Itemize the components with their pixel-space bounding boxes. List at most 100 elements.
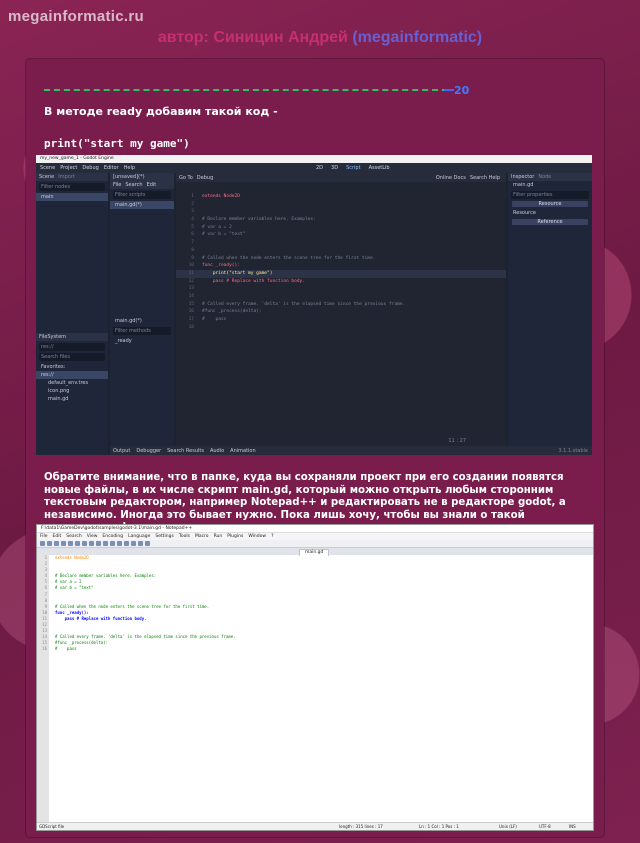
- fs-main-gd[interactable]: main.gd: [36, 395, 108, 403]
- npp-menu-item[interactable]: Macro: [195, 533, 209, 540]
- line-text: extends Node2D: [202, 194, 240, 199]
- author-line: автор: Синицин Андрей (megainformatic): [0, 29, 640, 47]
- tab-node[interactable]: Node: [538, 174, 551, 180]
- npp-status-field: GDScript file: [39, 824, 65, 829]
- author-handle: (megainformatic): [352, 29, 483, 46]
- filter-nodes-input[interactable]: Filter nodes: [39, 183, 105, 191]
- script-item-main[interactable]: main.gd(*): [110, 201, 174, 209]
- tab-assetlib[interactable]: AssetLib: [369, 165, 390, 171]
- line-number: 10: [188, 263, 194, 269]
- fs-icon[interactable]: icon.png: [36, 387, 108, 395]
- save-icon[interactable]: [54, 541, 59, 546]
- menu-project[interactable]: Project: [60, 165, 77, 171]
- script-tab[interactable]: [unsaved](*): [110, 173, 174, 181]
- tab-inspector[interactable]: Inspector: [511, 174, 534, 180]
- tab-import[interactable]: Import: [58, 174, 75, 180]
- method-item-ready[interactable]: _ready: [110, 337, 174, 345]
- godot-screenshot: my_new_game_1 - Godot Engine Scene Proje…: [36, 155, 592, 455]
- menu-scene[interactable]: Scene: [40, 165, 55, 171]
- run-icon[interactable]: [145, 541, 150, 546]
- menu-debug[interactable]: Debug: [82, 165, 98, 171]
- npp-menu-item[interactable]: Window: [248, 533, 266, 540]
- npp-menu-item[interactable]: View: [87, 533, 98, 540]
- script-menu-file[interactable]: File: [113, 182, 121, 188]
- workspace-tabs: 2D 3D Script AssetLib: [316, 163, 390, 173]
- line-number: 11: [188, 270, 194, 276]
- open-file-icon[interactable]: [47, 541, 52, 546]
- print-icon[interactable]: [75, 541, 80, 546]
- npp-menu-item[interactable]: ?: [271, 533, 273, 540]
- fs-res-folder[interactable]: res://: [36, 371, 108, 379]
- scene-node-main[interactable]: main: [36, 193, 108, 201]
- resource-section[interactable]: Resource: [508, 209, 592, 217]
- find-icon[interactable]: [117, 541, 122, 546]
- tab-script[interactable]: Script: [346, 165, 361, 171]
- tab-2d[interactable]: 2D: [316, 165, 323, 171]
- filesystem-tab[interactable]: FileSystem: [36, 333, 108, 341]
- menu-help[interactable]: Help: [124, 165, 135, 171]
- zoom-in-icon[interactable]: [131, 541, 136, 546]
- filter-properties-input[interactable]: Filter properties: [511, 191, 589, 199]
- line-text: func _ready():: [202, 263, 240, 269]
- filesystem-path[interactable]: res://: [39, 343, 105, 351]
- tab-audio[interactable]: Audio: [210, 448, 224, 454]
- close-icon[interactable]: [68, 541, 73, 546]
- npp-menu-item[interactable]: Edit: [53, 533, 62, 540]
- zoom-out-icon[interactable]: [138, 541, 143, 546]
- resource-button[interactable]: Resource: [512, 201, 588, 207]
- script-menu: File Search Edit: [110, 181, 174, 189]
- line-text: print("start my game"): [202, 270, 273, 276]
- inspector-tabs: Inspector Node: [508, 173, 592, 181]
- script-menu-search[interactable]: Search: [125, 182, 142, 188]
- tab-3d[interactable]: 3D: [331, 165, 338, 171]
- new-file-icon[interactable]: [40, 541, 45, 546]
- tab-output[interactable]: Output: [113, 448, 130, 454]
- inspector-file: main.gd: [513, 182, 534, 188]
- replace-icon[interactable]: [124, 541, 129, 546]
- page-number: 20: [454, 84, 470, 97]
- script-menu-edit[interactable]: Edit: [147, 182, 157, 188]
- line-text: # var b = "text": [202, 232, 246, 238]
- npp-menu-item[interactable]: Language: [128, 533, 150, 540]
- menu-editor[interactable]: Editor: [104, 165, 119, 171]
- reference-button[interactable]: Reference: [512, 219, 588, 225]
- npp-menu-item[interactable]: Settings: [155, 533, 173, 540]
- line-number: 16: [42, 646, 47, 652]
- fs-favorites[interactable]: Favorites:: [36, 363, 108, 371]
- tab-scene[interactable]: Scene: [39, 174, 54, 180]
- code-editor[interactable]: Go To Debug Online Docs Search Help 1 ext…: [176, 173, 506, 455]
- npp-status-field: Unix (LF): [499, 824, 517, 829]
- filter-scripts-input[interactable]: Filter scripts: [113, 191, 171, 199]
- godot-menu-bar: Scene Project Debug Editor Help: [36, 163, 592, 173]
- menu-debug-script[interactable]: Debug: [197, 175, 213, 181]
- code-line: 14: [176, 293, 506, 301]
- online-docs-button[interactable]: Online Docs: [436, 175, 466, 181]
- npp-menu-item[interactable]: Encoding: [102, 533, 123, 540]
- filter-methods-input[interactable]: Filter methods: [113, 327, 171, 335]
- search-help-button[interactable]: Search Help: [470, 175, 500, 181]
- redo-icon[interactable]: [110, 541, 115, 546]
- npp-status-field: Ln : 1 Col : 1 Pos : 1: [419, 824, 459, 829]
- save-all-icon[interactable]: [61, 541, 66, 546]
- npp-menu-item[interactable]: Run: [214, 533, 223, 540]
- fs-default-env[interactable]: default_env.tres: [36, 379, 108, 387]
- tab-animation[interactable]: Animation: [230, 448, 256, 454]
- npp-status-field: INS: [569, 824, 576, 829]
- npp-menu-item[interactable]: Tools: [179, 533, 190, 540]
- line-text: # Called every frame. 'delta' is the ela…: [202, 301, 406, 307]
- npp-menu-item[interactable]: File: [40, 533, 48, 540]
- paste-icon[interactable]: [96, 541, 101, 546]
- author-name: автор: Синицин Андрей: [157, 29, 353, 46]
- code-line: 3: [176, 208, 506, 216]
- cut-icon[interactable]: [82, 541, 87, 546]
- npp-menu-item[interactable]: Search: [66, 533, 81, 540]
- code-line: 2: [176, 201, 506, 209]
- search-files-input[interactable]: Search files: [39, 353, 105, 361]
- menu-goto[interactable]: Go To: [179, 175, 193, 181]
- copy-icon[interactable]: [89, 541, 94, 546]
- undo-icon[interactable]: [103, 541, 108, 546]
- npp-menu-item[interactable]: Plugins: [227, 533, 243, 540]
- npp-editor[interactable]: 1 extends Node2D 2 3 4 # Declare member varia…: [37, 554, 593, 823]
- tab-debugger[interactable]: Debugger: [136, 448, 161, 454]
- tab-search-results[interactable]: Search Results: [167, 448, 204, 454]
